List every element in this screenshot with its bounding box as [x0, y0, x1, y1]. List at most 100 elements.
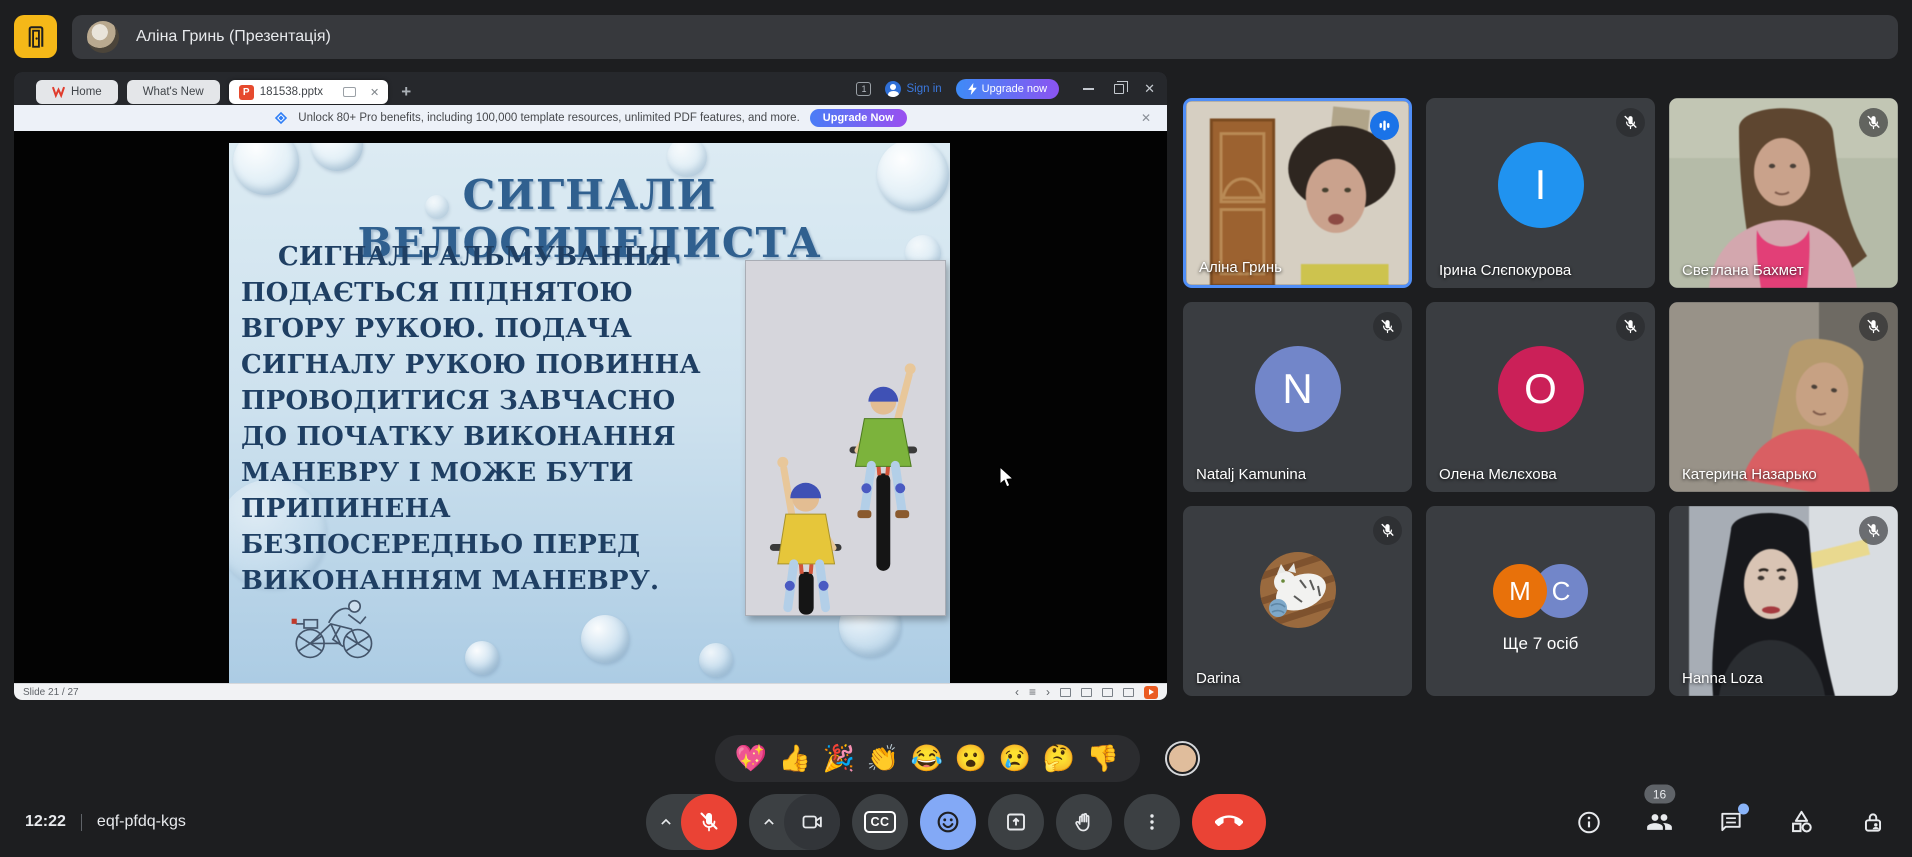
camera-options-chevron-icon[interactable]: [754, 812, 784, 832]
wps-tab-whats-new[interactable]: What's New: [127, 80, 220, 104]
single-slide-view-icon[interactable]: [1102, 688, 1113, 697]
play-view-icon[interactable]: [343, 87, 356, 97]
mic-off-icon: [1859, 108, 1888, 137]
participant-name: Ірина Слєпокурова: [1439, 262, 1571, 279]
upgrade-now-label: Upgrade now: [982, 83, 1047, 95]
reaction-laugh-button[interactable]: 😂: [907, 745, 948, 771]
reaction-party-button[interactable]: 🎉: [819, 745, 860, 771]
wps-logo-icon: [52, 86, 65, 98]
more-options-button[interactable]: [1124, 794, 1180, 850]
reactions-bar: 💖 👍 🎉 👏 😂 😮 😢 🤔 👎: [0, 733, 1912, 783]
call-end-icon: [1215, 808, 1243, 836]
participant-tile-iryna[interactable]: І Ірина Слєпокурова: [1426, 98, 1655, 288]
slide: СИГНАЛИ ВЕЛОСИПЕДИСТА СИГНАЛ ГАЛЬМУВАННЯ…: [229, 143, 950, 683]
hand-icon: [1072, 810, 1096, 834]
chat-button[interactable]: [1717, 809, 1744, 836]
participant-initial-avatar: І: [1498, 142, 1584, 228]
info-icon: [1576, 809, 1602, 835]
new-tab-button[interactable]: +: [401, 82, 411, 102]
clock-time: 12:22: [25, 813, 66, 831]
participant-name: Аліна Гринь: [1199, 259, 1282, 276]
door-icon: [23, 24, 49, 50]
chat-notification-dot: [1738, 804, 1749, 815]
mic-off-icon: [1616, 108, 1645, 137]
host-controls-button[interactable]: [1859, 809, 1886, 836]
tab-close-icon[interactable]: ✕: [370, 86, 379, 99]
pptx-file-icon: P: [239, 85, 254, 100]
mic-options-chevron-icon[interactable]: [651, 812, 681, 832]
reaction-thumbs-down-button[interactable]: 👎: [1083, 745, 1124, 771]
camera-control-group: [749, 794, 840, 850]
captions-button[interactable]: CC: [852, 794, 908, 850]
activities-button[interactable]: [1788, 809, 1815, 836]
overflow-count-label: Ще 7 осіб: [1426, 634, 1655, 654]
wps-tab-home[interactable]: Home: [36, 80, 118, 104]
banner-close-icon[interactable]: ✕: [1141, 111, 1151, 125]
present-screen-button[interactable]: [988, 794, 1044, 850]
tab-label: 181538.pptx: [260, 86, 323, 98]
participant-tile-natalj[interactable]: N Natalj Kamunina: [1183, 302, 1412, 492]
reaction-surprised-button[interactable]: 😮: [951, 745, 992, 771]
participant-tile-alina[interactable]: Аліна Гринь: [1183, 98, 1412, 288]
next-slide-icon[interactable]: ›: [1046, 686, 1050, 698]
reaction-heart-button[interactable]: 💖: [731, 745, 772, 771]
meet-app-logo[interactable]: [14, 15, 57, 58]
leave-call-button[interactable]: [1192, 794, 1266, 850]
prev-slide-icon[interactable]: ‹: [1015, 686, 1019, 698]
reading-view-icon[interactable]: [1123, 688, 1134, 697]
meeting-details-button[interactable]: [1575, 809, 1602, 836]
reaction-thinking-button[interactable]: 🤔: [1039, 745, 1080, 771]
sign-in-button[interactable]: Sign in: [885, 81, 941, 97]
present-icon: [1004, 810, 1028, 834]
mouse-cursor: [999, 466, 1016, 490]
participant-tile-kateryna[interactable]: Катерина Назарько: [1669, 302, 1898, 492]
participant-tile-overflow[interactable]: M C Ще 7 осіб: [1426, 506, 1655, 696]
slide-list-icon[interactable]: ≡: [1029, 686, 1036, 698]
participant-tile-svetlana[interactable]: Светлана Бахмет: [1669, 98, 1898, 288]
speaking-indicator-icon: [1370, 111, 1399, 140]
outline-view-icon[interactable]: [1081, 688, 1092, 697]
skin-tone-selector[interactable]: [1167, 743, 1198, 774]
upgrade-now-button[interactable]: Upgrade now: [956, 79, 1059, 99]
people-icon: [1646, 809, 1673, 836]
participant-name: Natalj Kamunina: [1196, 466, 1306, 483]
wps-tab-bar: Home What's New P 181538.pptx ✕ + 1 Sign…: [14, 72, 1167, 105]
window-minimize-icon[interactable]: [1083, 88, 1094, 90]
presenter-avatar: [87, 21, 119, 53]
initial-letter: І: [1535, 161, 1547, 209]
account-icon: [885, 81, 901, 97]
lock-person-icon: [1860, 809, 1886, 835]
camera-button[interactable]: [784, 794, 840, 850]
wps-status-bar: Slide 21 / 27 ‹ ≡ ›: [14, 683, 1167, 700]
participant-initial-avatar: N: [1255, 346, 1341, 432]
calendar-icon[interactable]: 1: [856, 82, 871, 96]
shapes-icon: [1788, 809, 1815, 836]
mic-off-icon: [1373, 312, 1402, 341]
normal-view-icon[interactable]: [1060, 688, 1071, 697]
participant-name: Светлана Бахмет: [1682, 262, 1804, 279]
slide-body-text: СИГНАЛ ГАЛЬМУВАННЯ ПОДАЄТЬСЯ ПІДНЯТОЮ ВГ…: [241, 239, 749, 599]
reaction-clap-button[interactable]: 👏: [863, 745, 904, 771]
sign-in-label: Sign in: [906, 83, 941, 95]
reaction-thumbs-up-button[interactable]: 👍: [775, 745, 816, 771]
participants-button[interactable]: 16: [1646, 809, 1673, 836]
gem-icon: [274, 111, 288, 125]
wps-tab-presentation[interactable]: P 181538.pptx ✕: [229, 80, 389, 104]
raise-hand-button[interactable]: [1056, 794, 1112, 850]
reaction-cry-button[interactable]: 😢: [995, 745, 1036, 771]
participant-tile-hanna[interactable]: Hanna Loza: [1669, 506, 1898, 696]
participant-name: Darina: [1196, 670, 1240, 687]
participant-tile-olena[interactable]: О Олена Мєлєхова: [1426, 302, 1655, 492]
window-restore-icon[interactable]: [1114, 84, 1124, 94]
reactions-toggle-button[interactable]: [920, 794, 976, 850]
participant-tile-darina[interactable]: Darina: [1183, 506, 1412, 696]
window-close-icon[interactable]: ✕: [1144, 81, 1155, 97]
slideshow-play-button[interactable]: [1144, 686, 1158, 699]
smiley-icon: [935, 809, 961, 835]
participant-grid: Аліна Гринь І Ірина Слєпокурова Светлана…: [1183, 98, 1898, 696]
meeting-code: eqf-pfdq-kgs: [97, 813, 186, 831]
mic-mute-button[interactable]: [681, 794, 737, 850]
mic-off-icon: [1616, 312, 1645, 341]
mic-control-group: [646, 794, 737, 850]
banner-upgrade-button[interactable]: Upgrade Now: [810, 109, 907, 127]
